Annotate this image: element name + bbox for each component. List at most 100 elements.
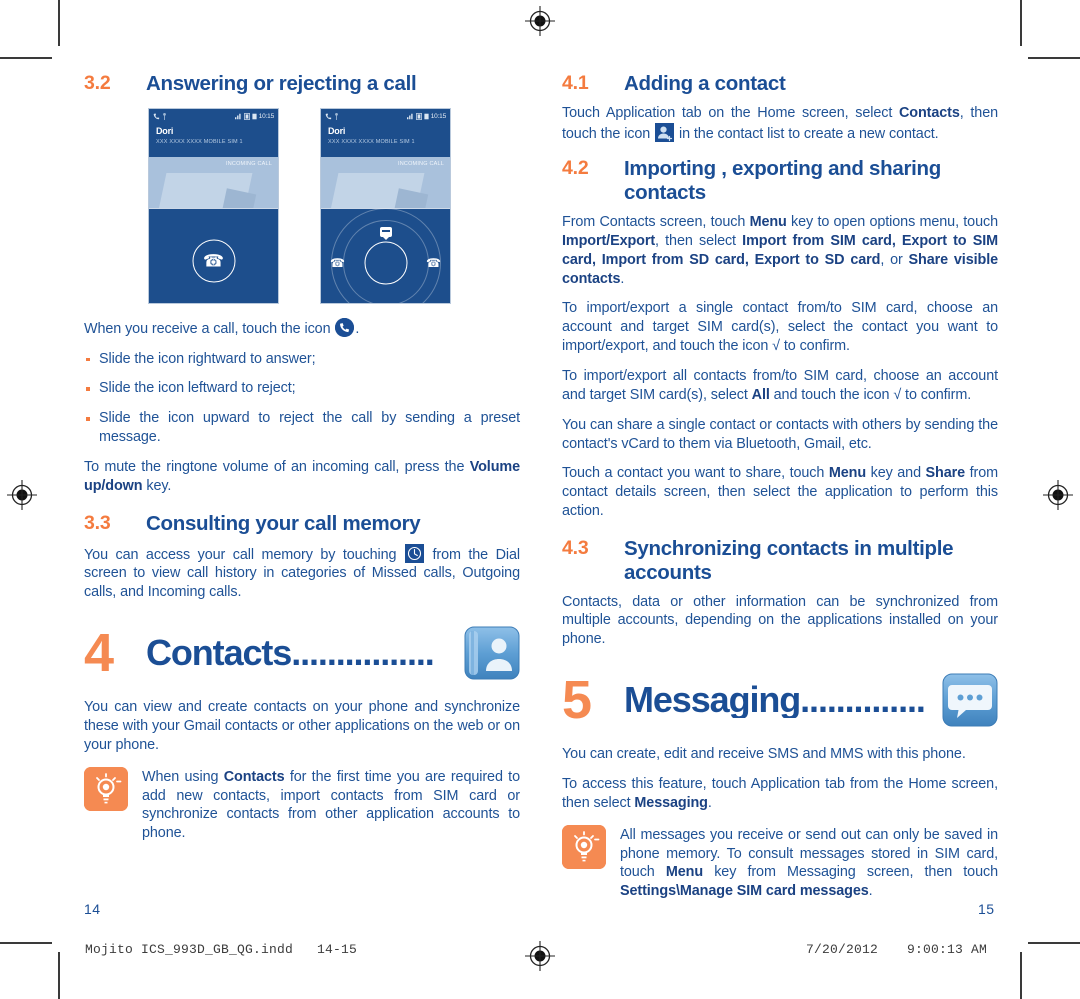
- paragraph-receive-call: When you receive a call, touch the icon …: [84, 317, 520, 339]
- paragraph-contacts-intro: You can view and create contacts on your…: [84, 699, 520, 753]
- left-page-column: 3.2 Answering or rejecting a call 10:15 …: [84, 72, 520, 843]
- crop-mark-top-right-horizontal: [1028, 57, 1080, 59]
- menu-key-bold: Menu: [749, 214, 787, 231]
- chapter-heading-5: 5 Messaging..............: [562, 671, 998, 729]
- add-contact-icon: [655, 122, 675, 142]
- mute-text-2: key.: [142, 477, 172, 494]
- crop-mark-top-right-vertical: [1020, 0, 1022, 46]
- tip-text-contacts: When using Contacts for the first time y…: [142, 767, 520, 843]
- heading-title: Adding a contact: [624, 72, 786, 95]
- contacts-bold: Contacts: [898, 104, 960, 121]
- all-text-b: and touch the icon √ to confirm.: [769, 386, 972, 403]
- list-item: Slide the icon leftward to reject;: [84, 379, 520, 398]
- photo-shape-b: [391, 188, 429, 208]
- ie-text-d: , or: [880, 251, 909, 268]
- phone-photo-area: INCOMING CALL: [321, 156, 450, 208]
- photo-shape-b: [219, 188, 257, 208]
- tip-lightbulb-icon: [84, 766, 128, 811]
- answer-call-icon: ☎: [426, 256, 441, 271]
- status-time: 10:15: [258, 112, 274, 120]
- heading-title: Answering or rejecting a call: [146, 72, 417, 95]
- crop-mark-bottom-right-vertical: [1020, 952, 1022, 999]
- all-bold: All: [751, 386, 770, 403]
- contacts-app-icon: [464, 625, 520, 681]
- heading-section-4-3: 4.3 Synchronizing contacts in multiple a…: [562, 537, 998, 585]
- registration-mark-footer-center: [525, 941, 555, 971]
- crop-mark-bottom-left-horizontal: [0, 942, 52, 944]
- paragraph-adding-contact: Touch Application tab on the Home screen…: [562, 104, 998, 144]
- paragraph-sync-accounts: Contacts, data or other information can …: [562, 593, 998, 648]
- phone-slide-area: ☎ ☎: [321, 208, 450, 303]
- footer-date: 7/20/2012: [806, 942, 879, 957]
- msg-text-b: .: [707, 794, 712, 811]
- ie-text-a: From Contacts screen, touch: [562, 214, 750, 231]
- heading-section-3-2: 3.2 Answering or rejecting a call: [84, 72, 520, 96]
- menu-key-bold: Menu: [665, 864, 704, 881]
- phone-photo-area: INCOMING CALL: [149, 156, 278, 208]
- phone-contact-header: Dori XXX XXXX XXXX MOBILE SIM 1: [149, 123, 278, 157]
- tip-msg-c: .: [868, 883, 873, 900]
- footer-filename: Mojito ICS_993D_GB_QG.indd 14-15: [85, 942, 358, 957]
- page-number-right: 15: [978, 901, 995, 917]
- tip-lightbulb-icon: [562, 824, 606, 869]
- right-page-column: 4.1 Adding a contact Touch Application t…: [562, 72, 998, 901]
- ie-text-c: , then select: [655, 232, 743, 249]
- paragraph-messaging-access: To access this feature, touch Applicatio…: [562, 775, 998, 813]
- call-history-clock-icon: [404, 543, 424, 563]
- heading-title: Synchronizing contacts in multiple accou…: [624, 537, 954, 584]
- menu-key-bold: Menu: [828, 465, 867, 482]
- phone-status-bar: 10:15: [321, 108, 450, 124]
- phone-contact-number: XXX XXXX XXXX MOBILE SIM 1: [156, 138, 243, 145]
- paragraph-single-contact-import: To import/export a single contact from/t…: [562, 300, 998, 355]
- phone-contact-number: XXX XXXX XXXX MOBILE SIM 1: [328, 138, 415, 145]
- answer-phone-icon: [335, 317, 355, 337]
- heading-number: 3.3: [84, 511, 111, 534]
- list-item: Slide the icon upward to reject the call…: [84, 409, 520, 447]
- tip-bold-contacts: Contacts: [223, 768, 285, 785]
- reject-call-icon: ☎: [330, 256, 345, 271]
- status-left-icons: [153, 112, 167, 120]
- crop-mark-top-left-vertical: [58, 0, 60, 46]
- phone-contact-header: Dori XXX XXXX XXXX MOBILE SIM 1: [321, 123, 450, 157]
- crop-mark-bottom-right-horizontal: [1028, 942, 1080, 944]
- paragraph-all-contacts-import: To import/export all contacts from/to SI…: [562, 367, 998, 405]
- footer-time: 9:00:13 AM: [907, 942, 988, 957]
- chapter-heading-4: 4 Contacts................: [84, 624, 520, 682]
- heading-title: Importing , exporting and sharing contac…: [624, 157, 941, 205]
- paragraph-mute-ringtone: To mute the ringtone volume of an incomi…: [84, 458, 520, 496]
- messaging-app-icon: [942, 672, 998, 728]
- phone-call-state: INCOMING CALL: [226, 160, 272, 167]
- chapter-number: 4: [84, 623, 114, 684]
- paragraph-call-memory: You can access your call memory by touch…: [84, 543, 520, 603]
- phone-mockup-group: 10:15 Dori XXX XXXX XXXX MOBILE SIM 1 IN…: [84, 107, 520, 304]
- registration-mark-right-middle: [1043, 480, 1073, 510]
- heading-number: 4.1: [562, 72, 589, 94]
- share-text-b: key and: [866, 465, 926, 482]
- list-item: Slide the icon rightward to answer;: [84, 350, 520, 369]
- add-text-1: Touch Application tab on the Home screen…: [562, 104, 899, 121]
- share-text-a: Touch a contact you want to share, touch: [562, 465, 829, 482]
- paragraph-share-steps: Touch a contact you want to share, touch…: [562, 464, 998, 521]
- phone-status-bar: 10:15: [149, 108, 278, 124]
- paragraph-messaging-intro: You can create, edit and receive SMS and…: [562, 746, 966, 763]
- phone-contact-name: Dori: [156, 125, 174, 136]
- heading-section-3-3: 3.3 Consulting your call memory: [84, 512, 520, 536]
- page-number-left: 14: [84, 901, 101, 917]
- tip-box-messaging: All messages you receive or send out can…: [562, 824, 998, 901]
- chapter-title: Messaging..............: [624, 682, 925, 719]
- heading-title: Consulting your call memory: [146, 511, 421, 535]
- registration-mark-left-middle: [7, 480, 37, 510]
- messaging-bold: Messaging: [634, 794, 708, 811]
- phone-mockup-slide-options: 10:15 Dori XXX XXXX XXXX MOBILE SIM 1 IN…: [320, 107, 451, 304]
- registration-mark-top-center: [525, 6, 555, 36]
- crop-mark-top-left-horizontal: [0, 57, 52, 59]
- phone-call-state: INCOMING CALL: [398, 160, 444, 167]
- paragraph-import-export-menu: From Contacts screen, touch Menu key to …: [562, 213, 998, 288]
- tip-text-1: When using: [142, 768, 224, 785]
- chapter-number: 5: [562, 670, 592, 731]
- phone-contact-name: Dori: [328, 125, 346, 136]
- phone-answer-area: ☎: [149, 208, 278, 303]
- phone-mockup-answer: 10:15 Dori XXX XXXX XXXX MOBILE SIM 1 IN…: [148, 107, 279, 304]
- status-left-icons: [325, 112, 339, 120]
- ie-text-e: .: [620, 270, 625, 287]
